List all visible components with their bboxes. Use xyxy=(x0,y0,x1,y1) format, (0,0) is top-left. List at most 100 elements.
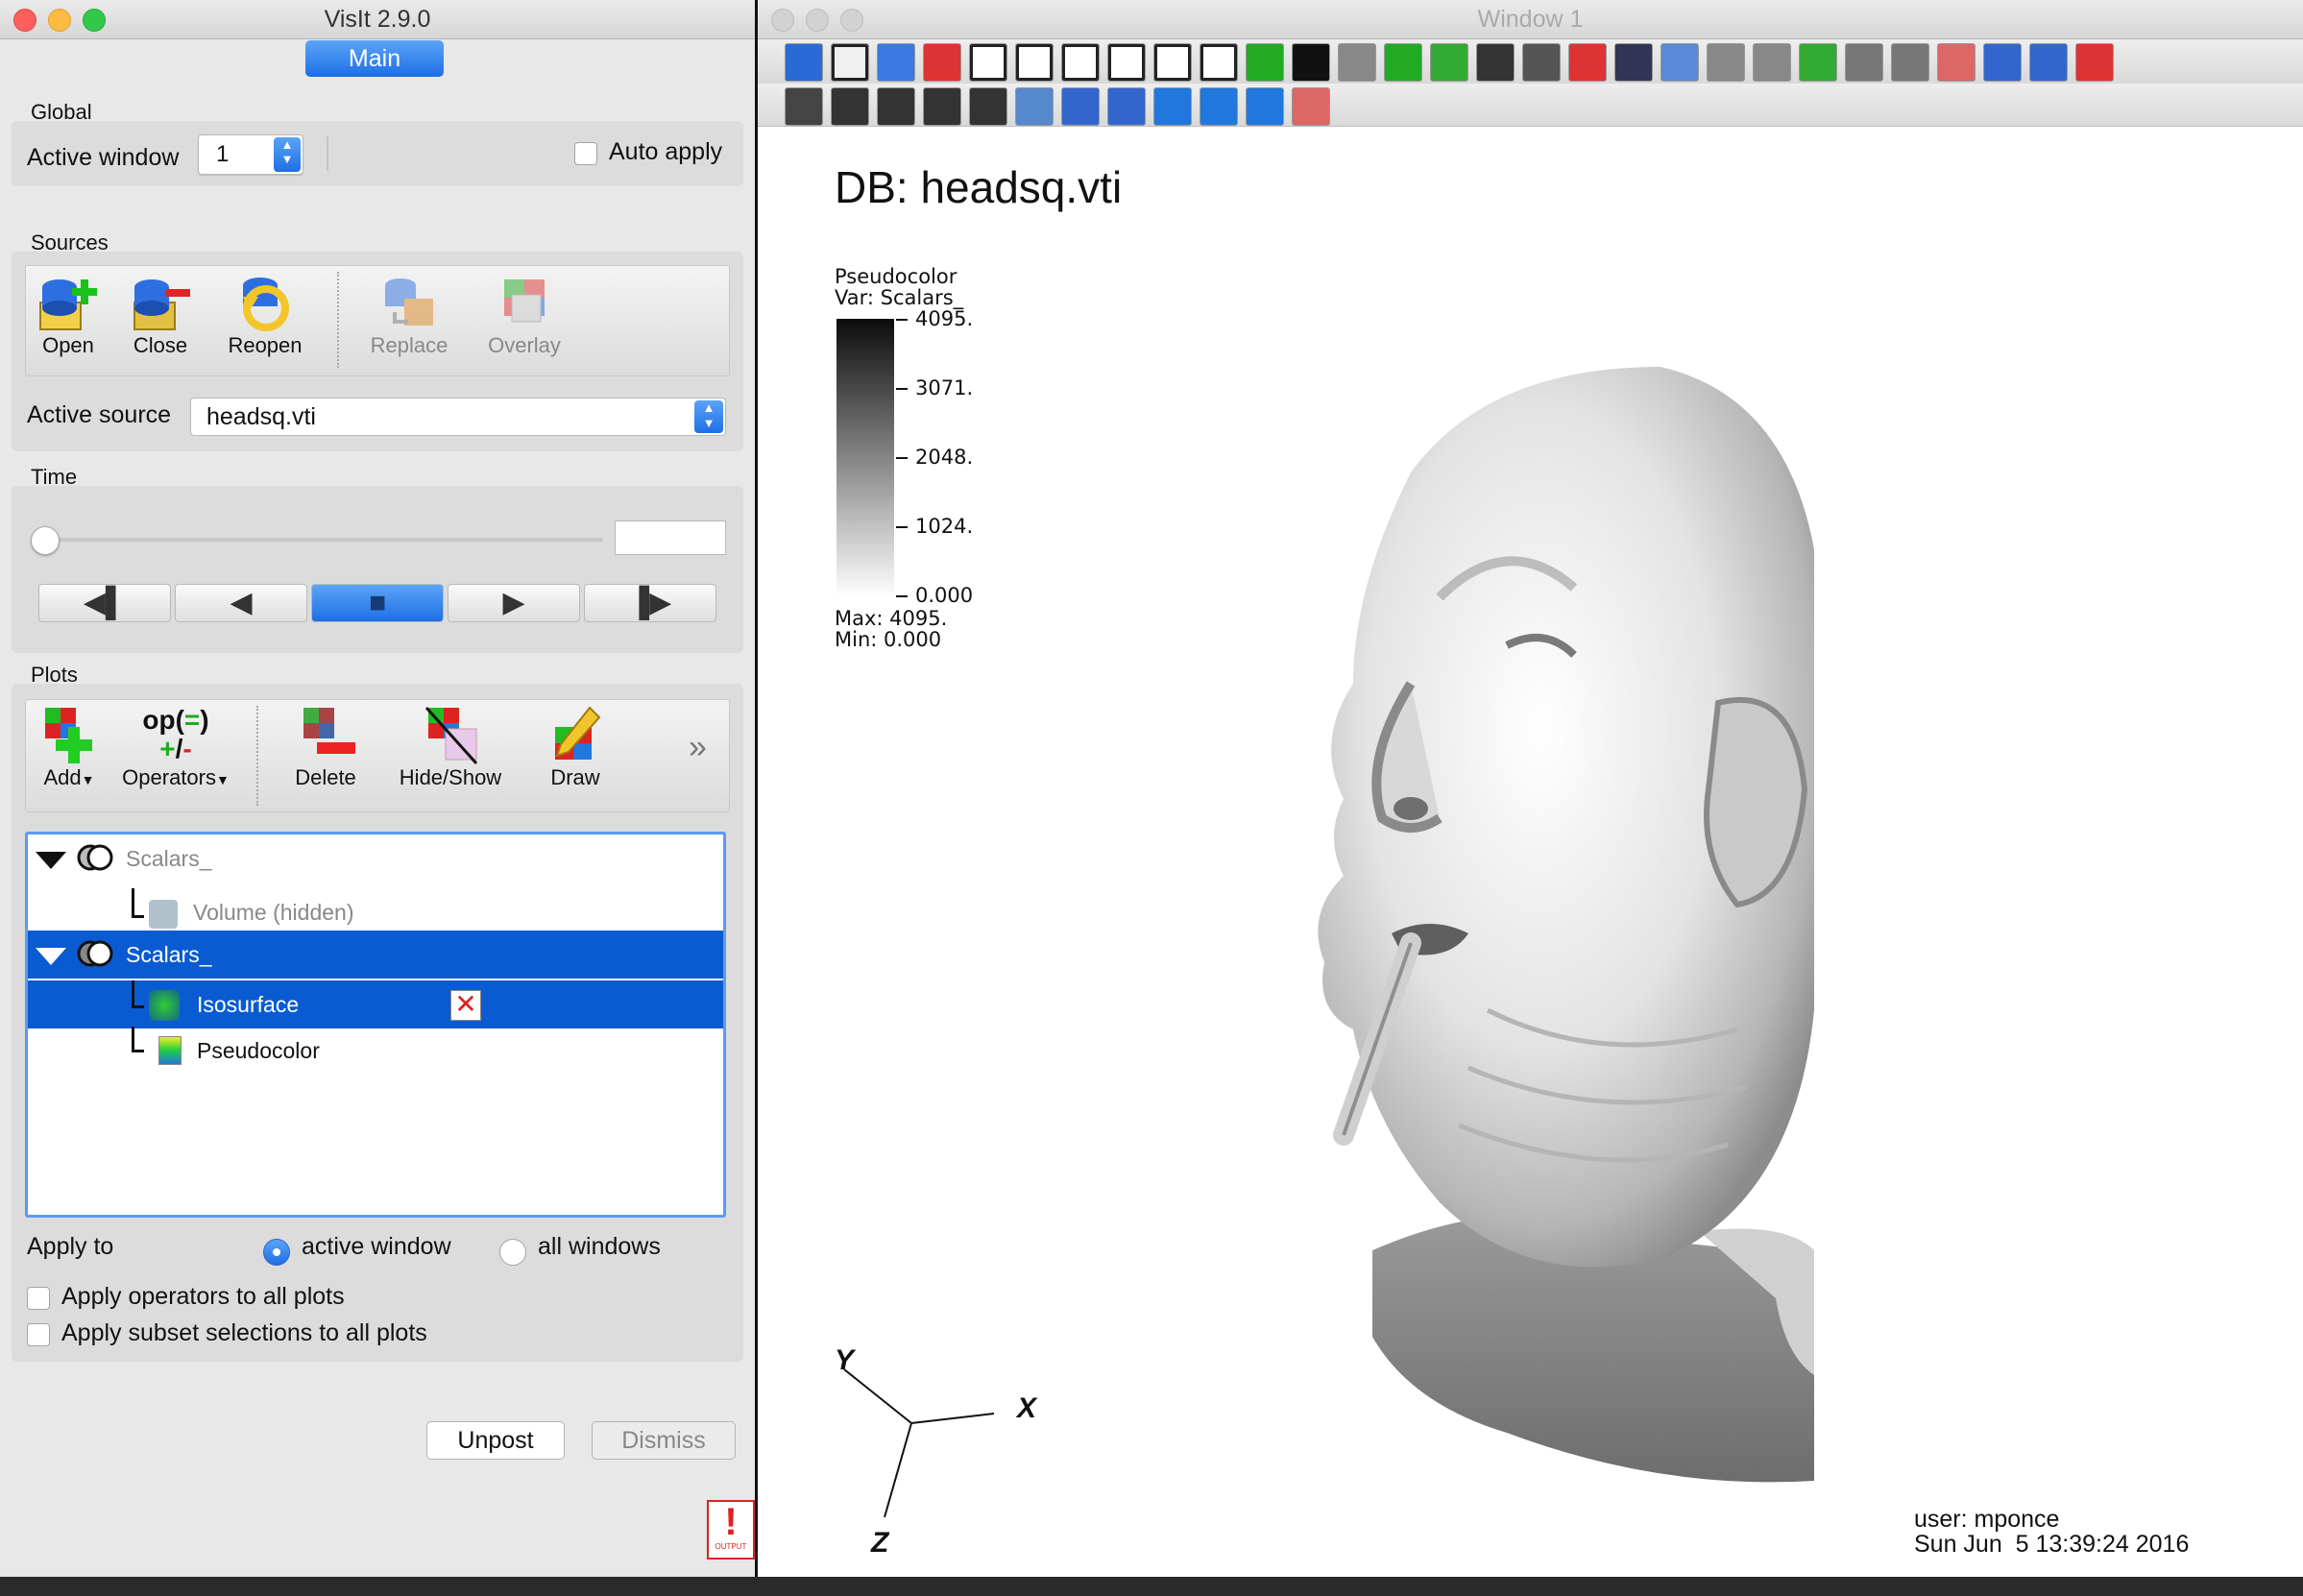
viewer-titlebar[interactable]: Window 1 xyxy=(758,0,2303,39)
play-back-icon[interactable] xyxy=(1753,43,1791,82)
plot-row-pseudocolor[interactable]: Pseudocolor xyxy=(28,1027,723,1075)
play-button[interactable]: ▶ xyxy=(448,584,580,622)
dismiss-button[interactable]: Dismiss xyxy=(592,1421,736,1460)
isosurface-operator-icon xyxy=(149,990,180,1021)
open-button[interactable]: Open xyxy=(26,274,110,358)
more-toolbar-icon[interactable]: » xyxy=(689,729,707,766)
pick-3-icon[interactable] xyxy=(2075,43,2114,82)
hide-show-button[interactable]: Hide/Show xyxy=(383,706,518,790)
plot-row-volume[interactable]: Volume (hidden) xyxy=(28,888,723,936)
step-forward-icon[interactable] xyxy=(1891,43,1929,82)
clear-window-icon[interactable] xyxy=(923,43,961,82)
active-source-combo[interactable]: headsq.vti ▲ ▼ xyxy=(190,398,726,436)
camera-icon[interactable] xyxy=(1384,43,1422,82)
minimize-window-icon[interactable] xyxy=(48,9,71,32)
time-slider-knob[interactable] xyxy=(31,526,60,555)
zone-pick-icon[interactable] xyxy=(877,87,915,126)
camera-5-icon[interactable] xyxy=(1568,43,1607,82)
zoom-icon[interactable] xyxy=(831,87,869,126)
unpost-button[interactable]: Unpost xyxy=(426,1421,565,1460)
active-window-radio[interactable] xyxy=(263,1239,290,1266)
add-plot-label: Add xyxy=(43,765,82,789)
render-canvas[interactable]: DB: headsq.vti Pseudocolor Var: Scalars_… xyxy=(758,127,2303,1577)
navigate-icon[interactable] xyxy=(785,87,823,126)
plot-list[interactable]: Scalars_ Volume (hidden) Scalars_ Isosur… xyxy=(25,832,726,1218)
combo-arrows-icon[interactable]: ▲ ▼ xyxy=(694,400,723,433)
step-back-icon[interactable] xyxy=(1707,43,1745,82)
main-titlebar[interactable]: VisIt 2.9.0 xyxy=(0,0,755,39)
expand-triangle-icon[interactable] xyxy=(36,852,66,869)
active-source-value: headsq.vti xyxy=(206,403,316,430)
auto-apply-checkbox[interactable] xyxy=(574,142,597,165)
pick-point-icon[interactable] xyxy=(1061,87,1100,126)
copy-window-icon[interactable] xyxy=(877,43,915,82)
reverse-step-button[interactable]: ◀▌ xyxy=(38,584,171,622)
sphere-tool-icon[interactable] xyxy=(1246,87,1284,126)
camera-2-icon[interactable] xyxy=(1430,43,1468,82)
plot-row-isosurface[interactable]: Isosurface ✕ xyxy=(28,980,723,1028)
node-pick-icon[interactable] xyxy=(923,87,961,126)
draw-button[interactable]: Draw xyxy=(527,706,623,790)
plot-row-scalars-hidden[interactable]: Scalars_ xyxy=(28,834,723,883)
forward-step-button[interactable]: ▐▶ xyxy=(584,584,716,622)
overlay-button[interactable]: Overlay xyxy=(472,274,577,358)
surface-pick-icon[interactable] xyxy=(969,87,1007,126)
operators-button[interactable]: op(=) +/- Operators▼ xyxy=(118,706,233,790)
hide-show-icon xyxy=(417,706,484,765)
camera-3-icon[interactable] xyxy=(1476,43,1515,82)
layout-2-icon[interactable] xyxy=(1015,43,1054,82)
plane-tool-icon[interactable] xyxy=(1153,87,1192,126)
box-tool-icon[interactable] xyxy=(1200,87,1238,126)
lock-view-icon[interactable] xyxy=(1292,43,1330,82)
close-button[interactable]: Close xyxy=(118,274,203,358)
layout-8-icon[interactable] xyxy=(1153,43,1192,82)
stop-icon[interactable] xyxy=(1799,43,1837,82)
play-icon[interactable] xyxy=(1845,43,1883,82)
plot-row-label: Scalars_ xyxy=(126,942,212,967)
all-windows-radio[interactable] xyxy=(499,1239,526,1266)
layout-1-icon[interactable] xyxy=(969,43,1007,82)
line-tool-icon[interactable] xyxy=(1107,87,1146,126)
replace-database-icon xyxy=(376,274,443,333)
time-field[interactable] xyxy=(615,520,726,555)
spinbox-arrows-icon[interactable]: ▲ ▼ xyxy=(274,137,301,172)
remove-operator-icon[interactable]: ✕ xyxy=(450,990,481,1021)
reverse-play-button[interactable]: ◀ xyxy=(175,584,307,622)
visibility-toggle-icon[interactable] xyxy=(76,938,114,969)
zoom-window-icon[interactable] xyxy=(840,9,863,32)
expand-triangle-icon[interactable] xyxy=(36,948,66,965)
reopen-button[interactable]: Reopen xyxy=(212,274,318,358)
apply-operators-checkbox[interactable] xyxy=(27,1287,50,1310)
tab-main[interactable]: Main xyxy=(305,40,444,77)
camera-4-icon[interactable] xyxy=(1522,43,1561,82)
camera-6-icon[interactable] xyxy=(1614,43,1653,82)
stop-button[interactable]: ■ xyxy=(311,584,444,622)
selection-icon[interactable] xyxy=(785,43,823,82)
delete-plot-button[interactable]: Delete xyxy=(278,706,374,790)
layout-9-icon[interactable] xyxy=(1200,43,1238,82)
minimize-window-icon[interactable] xyxy=(806,9,829,32)
layout-6-icon[interactable] xyxy=(1107,43,1146,82)
lineout-icon[interactable] xyxy=(1015,87,1054,126)
close-window-icon[interactable] xyxy=(771,9,794,32)
palette-icon[interactable] xyxy=(1937,43,1976,82)
active-window-spinbox[interactable]: 1 ▲ ▼ xyxy=(198,134,303,175)
plot-row-scalars-selected[interactable]: Scalars_ xyxy=(28,931,723,979)
globe-icon[interactable] xyxy=(1661,43,1699,82)
time-slider-track[interactable] xyxy=(33,538,603,542)
add-plot-button[interactable]: Add▼ xyxy=(26,706,112,790)
layout-4-icon[interactable] xyxy=(1061,43,1100,82)
plots-toolbar: Add▼ op(=) +/- Operators▼ Delete Hide/Sh… xyxy=(25,699,730,812)
visibility-toggle-icon[interactable] xyxy=(76,842,114,873)
new-window-icon[interactable] xyxy=(831,43,869,82)
pick-icon[interactable] xyxy=(1983,43,2022,82)
view-3d-icon[interactable] xyxy=(1338,43,1376,82)
close-window-icon[interactable] xyxy=(13,9,36,32)
spin-icon[interactable] xyxy=(1246,43,1284,82)
zoom-window-icon[interactable] xyxy=(83,9,106,32)
apply-subset-checkbox[interactable] xyxy=(27,1323,50,1346)
pick-2-icon[interactable] xyxy=(2029,43,2068,82)
output-warning-icon[interactable]: ! OUTPUT xyxy=(707,1500,755,1560)
replace-button[interactable]: Replace xyxy=(356,274,462,358)
axis-tool-icon[interactable] xyxy=(1292,87,1330,126)
